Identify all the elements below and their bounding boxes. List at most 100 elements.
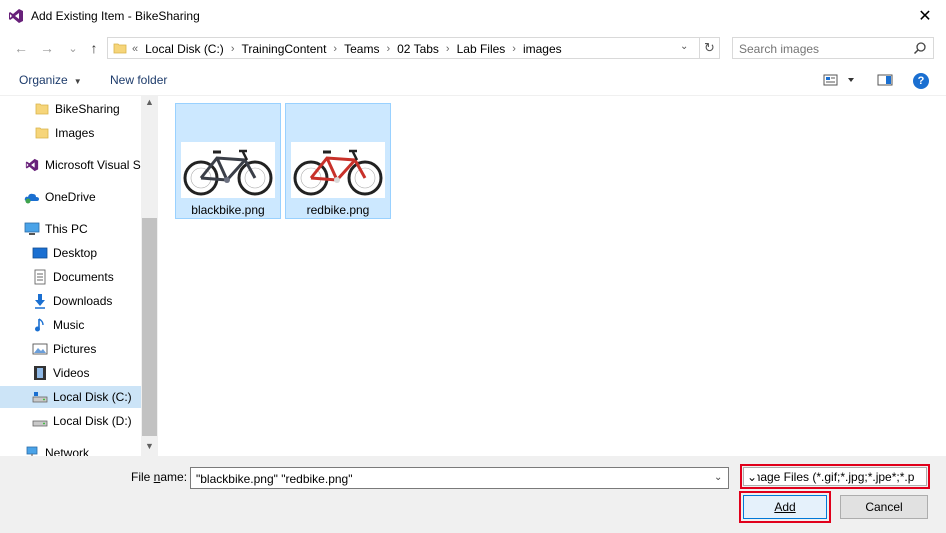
add-button-highlight: Add <box>739 491 831 523</box>
search-box[interactable] <box>732 37 934 59</box>
visual-studio-icon <box>24 157 40 173</box>
chevron-down-icon[interactable]: ⌄ <box>747 470 757 484</box>
address-row: ← → ⌄ ↑ « Local Disk (C:) › TrainingCont… <box>0 32 946 64</box>
breadcrumb-item[interactable]: Lab Files <box>457 42 506 56</box>
nav-item-local-disk-d[interactable]: Local Disk (D:) <box>0 410 142 432</box>
computer-icon <box>24 221 40 237</box>
nav-item-pictures[interactable]: Pictures <box>0 338 142 360</box>
nav-item-label: Local Disk (C:) <box>53 390 132 404</box>
view-options-icon <box>823 74 854 86</box>
documents-icon <box>32 269 48 285</box>
bicycle-thumbnail-icon <box>181 142 275 198</box>
refresh-icon: ↻ <box>704 40 715 55</box>
nav-item-videos[interactable]: Videos <box>0 362 142 384</box>
file-name-label: redbike.png <box>306 203 370 217</box>
nav-item-local-disk-c[interactable]: Local Disk (C:) <box>0 386 142 408</box>
file-item-blackbike[interactable]: blackbike.png <box>175 103 281 219</box>
navigation-pane[interactable]: BikeSharing Images Microsoft Visual S On… <box>0 96 158 456</box>
nav-item-label: Microsoft Visual S <box>45 158 141 172</box>
bicycle-thumbnail-icon <box>291 142 385 198</box>
help-icon: ? <box>917 75 925 87</box>
breadcrumb-separator-icon: › <box>333 43 338 55</box>
breadcrumb-separator-icon: › <box>386 43 391 55</box>
search-input[interactable] <box>739 41 909 56</box>
recent-locations-button[interactable]: ⌄ <box>64 39 82 57</box>
folder-icon <box>113 43 127 54</box>
address-bar[interactable]: « Local Disk (C:) › TrainingContent › Te… <box>107 37 700 59</box>
chevron-down-icon[interactable]: ⌄ <box>714 472 722 483</box>
pictures-icon <box>32 341 48 357</box>
nav-item-images[interactable]: Images <box>0 122 142 144</box>
file-name-label-part: File <box>131 470 154 484</box>
breadcrumb-separator-icon: › <box>230 43 235 55</box>
nav-item-label: OneDrive <box>45 190 96 204</box>
close-icon: ✕ <box>918 8 932 25</box>
help-button[interactable]: ? <box>913 73 929 89</box>
network-icon <box>24 445 40 456</box>
chevron-down-icon: ⌄ <box>68 42 78 55</box>
title-bar: Add Existing Item - BikeSharing ✕ <box>0 0 946 32</box>
close-button[interactable]: ✕ <box>908 4 942 28</box>
nav-item-documents[interactable]: Documents <box>0 266 142 288</box>
organize-button[interactable]: Organize ▼ <box>19 73 82 87</box>
file-name-label: File name: <box>131 470 187 484</box>
address-dropdown-icon[interactable]: ⌄ <box>680 41 688 52</box>
organize-label: Organize <box>19 73 68 87</box>
nav-item-bikesharing[interactable]: BikeSharing <box>0 98 142 120</box>
up-arrow-icon: ↑ <box>90 40 98 56</box>
nav-item-label: Videos <box>53 366 90 380</box>
file-name-label: blackbike.png <box>191 203 265 217</box>
nav-item-label: Downloads <box>53 294 113 308</box>
nav-item-label: Documents <box>53 270 114 284</box>
nav-item-label: Pictures <box>53 342 97 356</box>
file-list[interactable]: blackbike.png redbike.png <box>158 96 946 456</box>
breadcrumb-item[interactable]: 02 Tabs <box>397 42 439 56</box>
back-button[interactable]: ← <box>12 39 30 57</box>
scroll-up-icon[interactable]: ▲ <box>145 97 154 107</box>
breadcrumb-item[interactable]: images <box>523 42 562 56</box>
add-button[interactable]: Add <box>743 495 827 519</box>
nav-item-visual-studio[interactable]: Microsoft Visual S <box>0 154 142 176</box>
cancel-button[interactable]: Cancel <box>840 495 928 519</box>
nav-item-onedrive[interactable]: OneDrive <box>0 186 142 208</box>
forward-button[interactable]: → <box>38 39 56 57</box>
file-type-filter-select[interactable]: Image Files (*.gif;*.jpg;*.jpe*;*.p ⌄ <box>743 467 927 486</box>
nav-item-label: Music <box>53 318 85 332</box>
music-icon <box>32 317 48 333</box>
scrollbar-thumb[interactable] <box>142 218 157 436</box>
new-folder-button[interactable]: New folder <box>110 73 167 87</box>
desktop-icon <box>32 245 48 261</box>
nav-item-label: Desktop <box>53 246 98 260</box>
up-button[interactable]: ↑ <box>85 39 103 57</box>
nav-item-desktop[interactable]: Desktop <box>0 242 142 264</box>
nav-item-this-pc[interactable]: This PC <box>0 218 142 240</box>
drive-icon <box>32 389 48 405</box>
navigation-pane-scrollbar[interactable]: ▲ ▼ <box>141 96 158 456</box>
add-button-label: Add <box>774 500 796 514</box>
breadcrumb-item[interactable]: TrainingContent <box>241 42 326 56</box>
preview-pane-button[interactable] <box>877 74 893 89</box>
file-type-filter-highlight: Image Files (*.gif;*.jpg;*.jpe*;*.p ⌄ <box>740 464 930 489</box>
breadcrumb-item[interactable]: Teams <box>344 42 379 56</box>
caret-down-icon: ▼ <box>73 77 82 86</box>
window-title: Add Existing Item - BikeSharing <box>31 9 200 23</box>
file-name-combobox[interactable]: ⌄ <box>190 467 729 489</box>
cancel-button-label: Cancel <box>865 500 903 514</box>
command-bar: Organize ▼ New folder <box>0 64 946 96</box>
dialog-footer: File name: ⌄ Image Files (*.gif;*.jpg;*.… <box>0 456 946 533</box>
file-item-redbike[interactable]: redbike.png <box>285 103 391 219</box>
nav-item-label: Local Disk (D:) <box>53 414 132 428</box>
nav-item-downloads[interactable]: Downloads <box>0 290 142 312</box>
breadcrumb-overflow[interactable]: « <box>132 43 138 55</box>
visual-studio-icon <box>9 9 23 23</box>
drive-icon <box>32 413 48 429</box>
breadcrumb-separator-icon: › <box>512 43 516 55</box>
scroll-down-icon[interactable]: ▼ <box>145 441 154 451</box>
nav-item-network[interactable]: Network <box>0 442 142 456</box>
change-view-button[interactable] <box>823 74 855 89</box>
breadcrumb-item[interactable]: Local Disk (C:) <box>145 42 224 56</box>
file-name-input[interactable] <box>196 471 701 486</box>
refresh-button[interactable]: ↻ <box>700 37 720 59</box>
nav-item-label: Network <box>45 446 90 456</box>
nav-item-music[interactable]: Music <box>0 314 142 336</box>
